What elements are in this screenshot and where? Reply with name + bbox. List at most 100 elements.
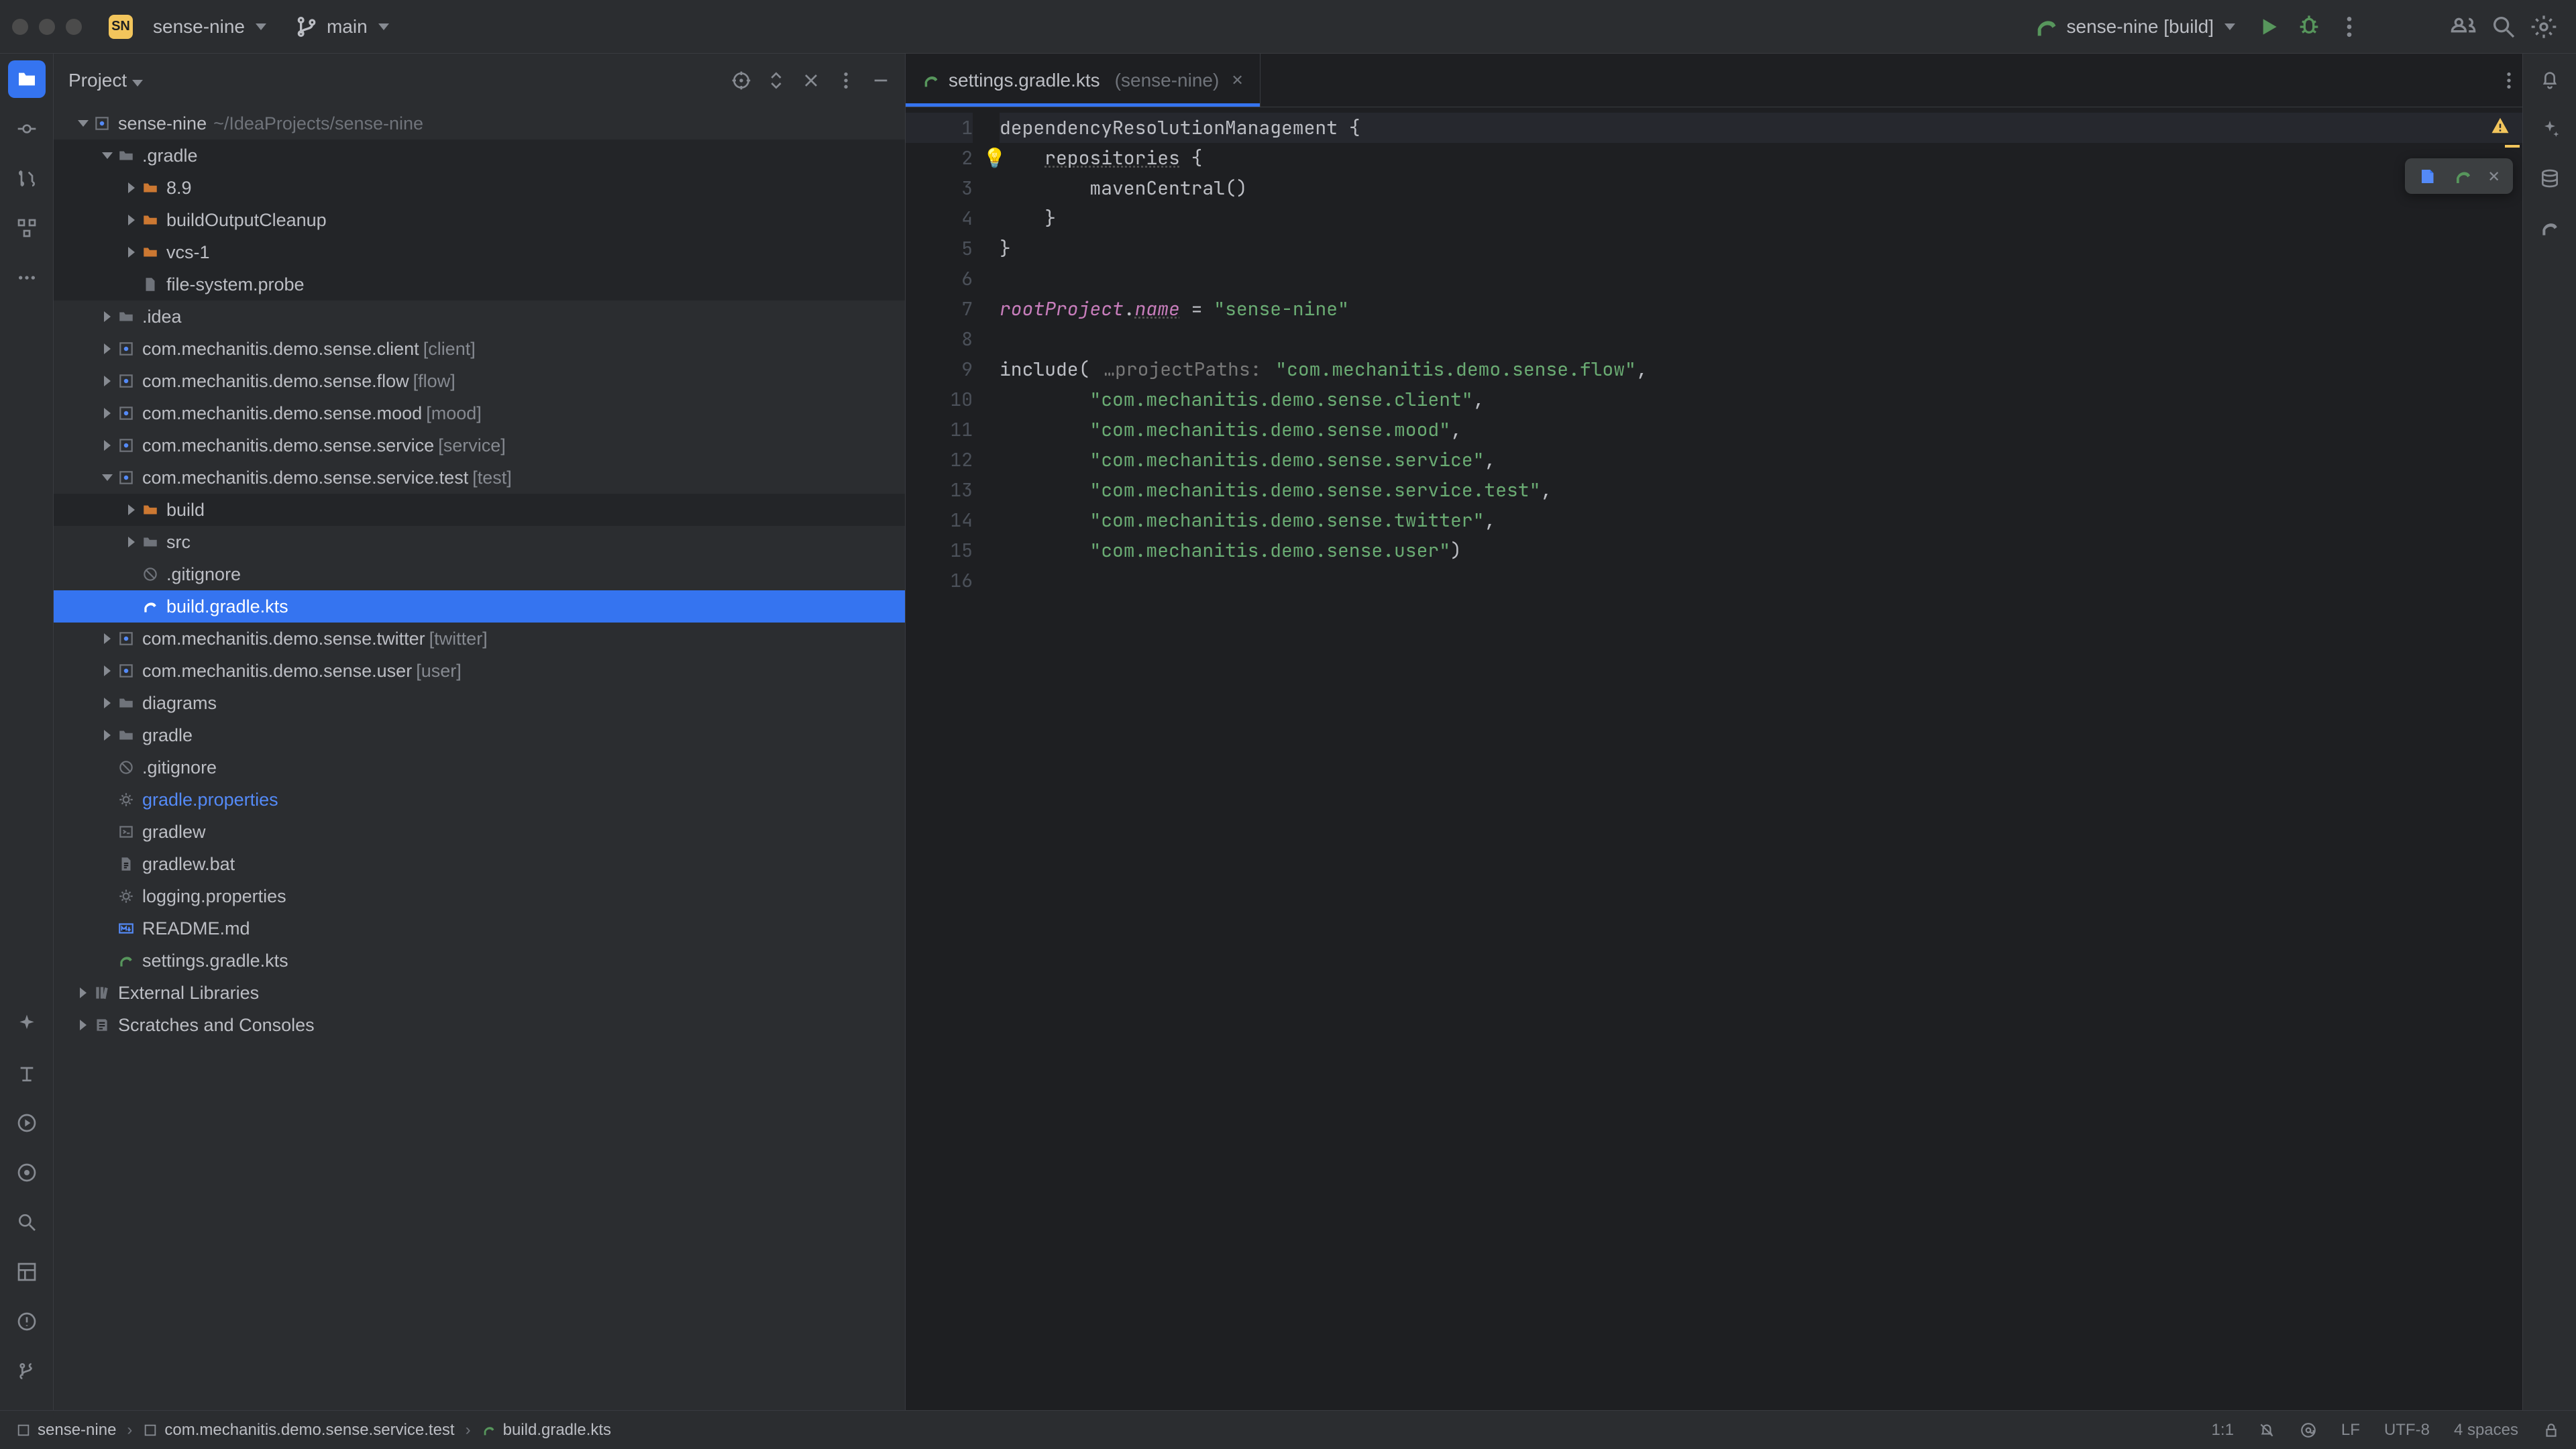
tree-row[interactable]: sense-nine ~/IdeaProjects/sense-nine <box>54 107 905 140</box>
code-line[interactable]: mavenCentral() <box>1000 173 2522 203</box>
debug-button[interactable] <box>2296 13 2322 40</box>
find-tool-button[interactable] <box>8 1203 46 1241</box>
settings-button[interactable] <box>2530 13 2557 40</box>
tree-caret[interactable] <box>122 537 141 547</box>
indent-setting[interactable]: 4 spaces <box>2454 1421 2518 1440</box>
tree-row[interactable]: README.md <box>54 912 905 945</box>
tree-caret[interactable] <box>98 472 117 483</box>
tree-caret[interactable] <box>98 408 117 419</box>
collapse-all-button[interactable] <box>798 67 824 94</box>
gradle-tool-button[interactable] <box>2531 209 2569 247</box>
hide-panel-button[interactable] <box>867 67 894 94</box>
select-opened-file-button[interactable] <box>728 67 755 94</box>
code-with-me-button[interactable] <box>2450 13 2477 40</box>
tree-row[interactable]: com.mechanitis.demo.sense.service [servi… <box>54 429 905 462</box>
tree-row[interactable]: diagrams <box>54 687 905 719</box>
build-tool-button[interactable] <box>8 1253 46 1291</box>
code-line[interactable]: "com.mechanitis.demo.sense.twitter", <box>1000 505 2522 535</box>
tree-row[interactable]: External Libraries <box>54 977 905 1009</box>
database-tool-button[interactable] <box>2531 160 2569 197</box>
tree-caret[interactable] <box>74 987 93 998</box>
tree-caret[interactable] <box>98 698 117 708</box>
tree-row[interactable]: 8.9 <box>54 172 905 204</box>
tree-row[interactable]: src <box>54 526 905 558</box>
tree-caret[interactable] <box>98 150 117 161</box>
code-line[interactable] <box>1000 566 2522 596</box>
tree-caret[interactable] <box>122 182 141 193</box>
breadcrumb-file[interactable]: build.gradle.kts <box>482 1421 611 1440</box>
code-line[interactable]: "com.mechanitis.demo.sense.service", <box>1000 445 2522 475</box>
project-tool-button[interactable] <box>8 60 46 98</box>
close-popup-button[interactable]: ✕ <box>2488 164 2500 189</box>
tree-caret[interactable] <box>98 633 117 644</box>
tree-row[interactable]: .idea <box>54 301 905 333</box>
close-tab-button[interactable]: ✕ <box>1231 72 1243 89</box>
code-line[interactable] <box>1000 264 2522 294</box>
minimize-window-dot[interactable] <box>39 19 55 35</box>
ai-tool-button[interactable] <box>8 1005 46 1042</box>
more-tools-button[interactable] <box>8 259 46 297</box>
code-line[interactable]: } <box>1000 203 2522 233</box>
project-view-selector[interactable]: Project <box>68 70 143 91</box>
tree-caret[interactable] <box>98 343 117 354</box>
notifications-tool-button[interactable] <box>2531 60 2569 98</box>
commit-tool-button[interactable] <box>8 110 46 148</box>
tree-caret[interactable] <box>122 247 141 258</box>
editor-code[interactable]: 💡 dependencyResolutionManagement { repos… <box>993 107 2522 1410</box>
tree-row[interactable]: settings.gradle.kts <box>54 945 905 977</box>
tree-row[interactable]: com.mechanitis.demo.sense.user [user] <box>54 655 905 687</box>
tree-row[interactable]: file-system.probe <box>54 268 905 301</box>
code-line[interactable]: "com.mechanitis.demo.sense.client", <box>1000 384 2522 415</box>
inspection-warning-icon[interactable] <box>2490 115 2510 136</box>
zoom-window-dot[interactable] <box>66 19 82 35</box>
tree-caret[interactable] <box>98 311 117 322</box>
tree-caret[interactable] <box>122 504 141 515</box>
tree-row[interactable]: com.mechanitis.demo.sense.client [client… <box>54 333 905 365</box>
tree-caret[interactable] <box>98 665 117 676</box>
tree-row[interactable]: gradlew <box>54 816 905 848</box>
vcs-tool-button[interactable] <box>8 1352 46 1390</box>
tree-row[interactable]: build.gradle.kts <box>54 590 905 623</box>
tree-row[interactable]: vcs-1 <box>54 236 905 268</box>
file-encoding[interactable]: UTF-8 <box>2384 1421 2430 1440</box>
tree-row[interactable]: .gitignore <box>54 558 905 590</box>
tree-row[interactable]: logging.properties <box>54 880 905 912</box>
tree-row[interactable]: buildOutputCleanup <box>54 204 905 236</box>
more-actions-button[interactable] <box>2336 13 2363 40</box>
run-config-selector[interactable]: sense-nine [build] <box>2027 9 2242 44</box>
project-tree[interactable]: sense-nine ~/IdeaProjects/sense-nine.gra… <box>54 107 905 1410</box>
code-line[interactable]: "com.mechanitis.demo.sense.service.test"… <box>1000 475 2522 505</box>
pull-requests-tool-button[interactable] <box>8 160 46 197</box>
services-tool-button[interactable] <box>8 1104 46 1142</box>
tree-row[interactable]: com.mechanitis.demo.sense.mood [mood] <box>54 397 905 429</box>
format-indicator[interactable] <box>2300 1421 2317 1439</box>
terminal-tool-button[interactable] <box>8 1154 46 1191</box>
line-separator[interactable]: LF <box>2341 1421 2360 1440</box>
code-line[interactable]: } <box>1000 233 2522 264</box>
tree-row[interactable]: gradle.properties <box>54 784 905 816</box>
tree-row[interactable]: .gitignore <box>54 751 905 784</box>
code-line[interactable]: include( …projectPaths: "com.mechanitis.… <box>1000 354 2522 384</box>
caret-position[interactable]: 1:1 <box>2212 1421 2234 1440</box>
gradle-source-icon[interactable] <box>2418 166 2438 186</box>
panel-options-button[interactable] <box>833 67 859 94</box>
structure-tool-button[interactable] <box>8 209 46 247</box>
problems-tool-button[interactable] <box>8 1303 46 1340</box>
tree-caret[interactable] <box>98 440 117 451</box>
tree-row[interactable]: com.mechanitis.demo.sense.service.test [… <box>54 462 905 494</box>
expand-all-button[interactable] <box>763 67 790 94</box>
tree-row[interactable]: Scratches and Consoles <box>54 1009 905 1041</box>
tree-row[interactable]: build <box>54 494 905 526</box>
tree-row[interactable]: .gradle <box>54 140 905 172</box>
power-save-indicator[interactable] <box>2258 1421 2275 1439</box>
editor-body[interactable]: 12345678910111213141516 💡 dependencyReso… <box>906 107 2522 1410</box>
scrollbar-warning-mark[interactable] <box>2505 145 2520 148</box>
search-everywhere-button[interactable] <box>2490 13 2517 40</box>
editor-more-button[interactable] <box>2496 67 2522 94</box>
branch-selector[interactable]: main <box>286 9 396 44</box>
ai-assistant-tool-button[interactable] <box>2531 110 2569 148</box>
tree-row[interactable]: gradlew.bat <box>54 848 905 880</box>
code-line[interactable]: repositories { <box>1000 143 2522 173</box>
tree-caret[interactable] <box>74 1020 93 1030</box>
code-line[interactable]: "com.mechanitis.demo.sense.mood", <box>1000 415 2522 445</box>
